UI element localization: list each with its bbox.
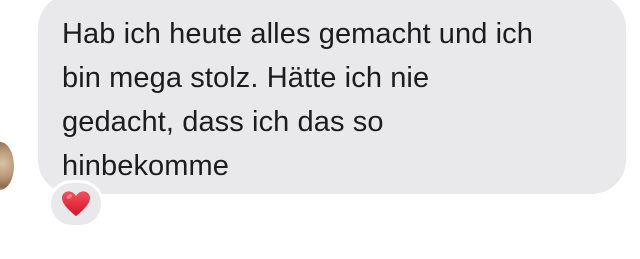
reaction-badge[interactable] [48,180,104,228]
heart-icon [62,191,90,217]
conversation-view: Hab ich heute alles gemacht und ich bin … [0,0,640,259]
message-text: Hab ich heute alles gemacht und ich bin … [62,18,534,182]
message-bubble[interactable]: Hab ich heute alles gemacht und ich bin … [38,0,626,194]
sender-avatar[interactable] [0,142,14,190]
